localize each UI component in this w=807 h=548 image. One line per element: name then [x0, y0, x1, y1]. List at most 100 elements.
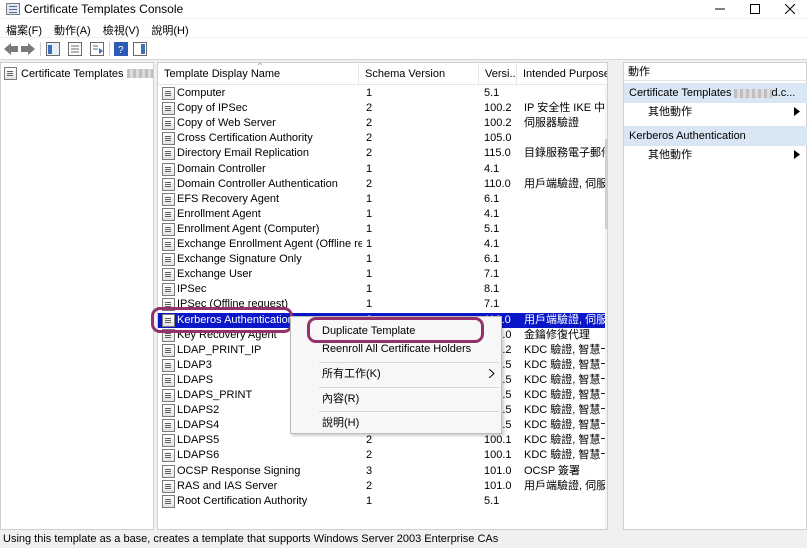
- vertical-scrollbar-thumb[interactable]: [605, 139, 607, 229]
- intended-purpose-cell: [524, 237, 607, 252]
- action-more-actions-1[interactable]: 其他動作: [648, 103, 798, 121]
- template-name: IPSec: [177, 283, 207, 296]
- table-row[interactable]: Domain Controller 1 4.1: [158, 162, 607, 177]
- certificate-template-icon: [162, 494, 175, 508]
- action-more-actions-2[interactable]: 其他動作: [648, 146, 798, 164]
- template-name-cell: Domain Controller Authentication: [162, 177, 362, 192]
- toolbar: ?: [0, 38, 807, 60]
- actions-pane-title: 動作: [624, 63, 807, 81]
- template-name-cell: Computer: [162, 86, 362, 101]
- maximize-button[interactable]: [740, 0, 770, 18]
- schema-version-cell: 2: [366, 132, 373, 145]
- show-hide-tree-button[interactable]: [67, 41, 83, 57]
- version-cell: 4.1: [484, 162, 500, 175]
- column-header-intended-purpose[interactable]: Intended Purpose: [517, 63, 607, 85]
- back-button[interactable]: [3, 41, 19, 57]
- template-name: Domain Controller Authentication: [177, 177, 338, 190]
- table-row[interactable]: Domain Controller Authentication 2 110.0 用戶…: [158, 177, 607, 192]
- certificate-template-icon: [162, 132, 175, 146]
- intended-purpose-cell: [524, 86, 607, 101]
- action-section-certificate-templates[interactable]: Certificate Templates d.c...: [624, 83, 807, 103]
- table-row[interactable]: RAS and IAS Server 2 101.0 用戶端驗證, 伺服器: [158, 479, 607, 494]
- window-title: Certificate Templates Console: [24, 2, 184, 16]
- action-pane-icon: [133, 42, 147, 56]
- intended-purpose-cell: [524, 131, 607, 146]
- intended-purpose-cell: 金鑰修復代理: [524, 328, 590, 341]
- template-name-cell: Copy of Web Server: [162, 116, 362, 131]
- table-row[interactable]: Copy of Web Server 2 100.2 伺服器驗證: [158, 116, 607, 131]
- schema-version-cell: 1: [366, 87, 373, 99]
- template-name: Exchange Enrollment Agent (Offline re...: [177, 238, 362, 250]
- redacted-server-name: [733, 88, 772, 98]
- certificate-template-icon: [162, 358, 175, 372]
- table-row[interactable]: Directory Email Replication 2 115.0 目錄服務電子郵…: [158, 146, 607, 161]
- menu-separator: [319, 411, 499, 412]
- menu-item-help[interactable]: 說明(H): [291, 413, 503, 433]
- table-row[interactable]: Cross Certification Authority 2 105.0: [158, 131, 607, 146]
- table-row[interactable]: IPSec 1 8.1: [158, 282, 607, 297]
- highlight-ring-duplicate-template: [307, 317, 484, 343]
- template-name: RAS and IAS Server: [177, 479, 278, 492]
- table-row[interactable]: Exchange User 1 7.1: [158, 267, 607, 282]
- schema-version-cell: 1: [366, 494, 373, 507]
- close-button[interactable]: [775, 0, 805, 18]
- menu-help[interactable]: 說明(H): [145, 19, 194, 37]
- schema-version-cell: 1: [366, 222, 373, 235]
- column-header-schema-version[interactable]: Schema Version: [359, 63, 479, 85]
- template-name-cell: Enrollment Agent: [162, 207, 362, 222]
- template-name: LDAPS6: [177, 449, 220, 462]
- menu-item-all-tasks[interactable]: 所有工作(K): [291, 364, 503, 384]
- menu-separator: [319, 387, 499, 388]
- menu-view[interactable]: 檢視(V): [97, 19, 146, 37]
- toolbar-separator: [40, 42, 41, 56]
- intended-purpose-cell: KDC 驗證, 智慧卡登: [524, 373, 607, 386]
- actions-pane: 動作 Certificate Templates d.c... 其他動作 Kerb…: [623, 62, 807, 530]
- certificate-template-icon: [162, 238, 175, 251]
- table-row[interactable]: EFS Recovery Agent 1 6.1: [158, 192, 607, 207]
- table-row[interactable]: Enrollment Agent (Computer) 1 5.1: [158, 222, 607, 237]
- table-row[interactable]: LDAPS6 2 100.1 KDC 驗證, 智慧卡登: [158, 448, 607, 463]
- table-row[interactable]: Enrollment Agent 1 4.1: [158, 207, 607, 222]
- table-row[interactable]: Computer 1 5.1: [158, 86, 607, 101]
- table-row[interactable]: LDAPS5 2 100.1 KDC 驗證, 智慧卡登: [158, 433, 607, 448]
- template-name-cell: Directory Email Replication: [162, 146, 362, 161]
- certificate-template-icon: [162, 449, 175, 463]
- version-cell: 110.0: [484, 177, 511, 190]
- template-name: Domain Controller: [177, 162, 266, 175]
- menu-file[interactable]: 檔案(F): [0, 19, 48, 37]
- column-header-version[interactable]: Versi...: [479, 63, 517, 85]
- version-cell: 115.0: [484, 147, 511, 160]
- export-list-button[interactable]: [89, 41, 105, 57]
- minimize-button[interactable]: [705, 0, 735, 18]
- tree-item-certificate-templates[interactable]: Certificate Templates: [4, 66, 154, 81]
- menu-action[interactable]: 動作(A): [48, 19, 97, 37]
- version-cell: 100.2: [484, 117, 512, 130]
- table-row[interactable]: OCSP Response Signing 3 101.0 OCSP 簽署: [158, 464, 607, 479]
- title-bar: Certificate Templates Console: [0, 0, 807, 18]
- up-one-level-button[interactable]: [45, 41, 61, 57]
- redacted-server-name: [126, 69, 153, 78]
- version-cell: 6.1: [484, 192, 500, 205]
- export-list-icon: [90, 42, 104, 56]
- intended-purpose-cell: KDC 驗證, 智慧卡登: [524, 434, 607, 447]
- show-action-pane-button[interactable]: [132, 41, 148, 57]
- intended-purpose-cell: IP 安全性 IKE 中檔: [524, 102, 608, 115]
- template-name: Copy of Web Server: [177, 117, 276, 130]
- table-row[interactable]: Exchange Enrollment Agent (Offline re...…: [158, 237, 607, 252]
- submenu-arrow-icon: [794, 150, 800, 161]
- schema-version-cell: 2: [366, 177, 373, 190]
- action-section-kerberos-authentication[interactable]: Kerberos Authentication: [624, 126, 807, 146]
- version-cell: 5.1: [484, 87, 500, 99]
- template-name: Enrollment Agent: [177, 207, 261, 220]
- forward-button[interactable]: [20, 41, 36, 57]
- intended-purpose-cell: KDC 驗證, 智慧卡登: [524, 404, 607, 417]
- table-row[interactable]: Exchange Signature Only 1 6.1: [158, 252, 607, 267]
- intended-purpose-cell: [524, 207, 607, 222]
- table-row[interactable]: Root Certification Authority 1 5.1: [158, 494, 607, 509]
- help-button[interactable]: ?: [113, 41, 129, 57]
- table-row[interactable]: Copy of IPSec 2 100.2 IP 安全性 IKE 中檔: [158, 101, 608, 116]
- intended-purpose-cell: [524, 282, 607, 297]
- menu-item-properties[interactable]: 內容(R): [291, 389, 503, 409]
- certificate-template-icon: [162, 343, 175, 357]
- certificate-template-icon: [162, 162, 175, 176]
